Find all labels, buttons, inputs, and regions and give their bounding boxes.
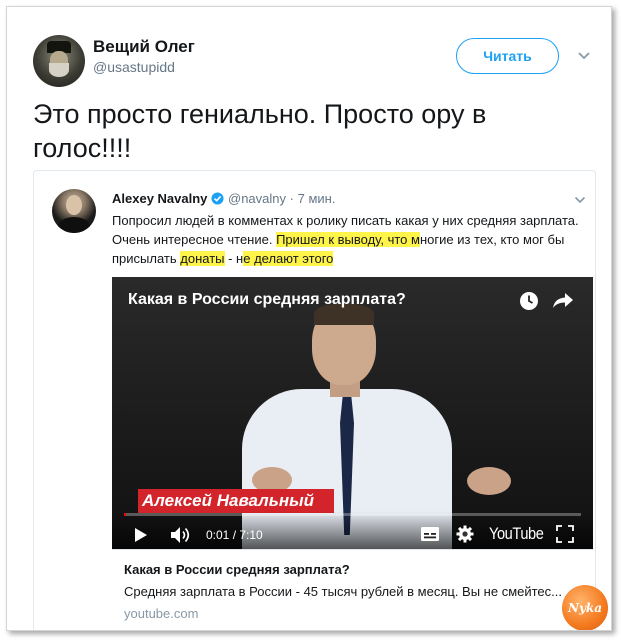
- tweet-text: Это просто гениально. Просто ору в голос…: [33, 97, 593, 165]
- volume-icon[interactable]: [170, 525, 192, 545]
- quoted-author-avatar[interactable]: [52, 189, 96, 233]
- youtube-logo[interactable]: YouTube: [489, 524, 544, 544]
- share-icon[interactable]: [552, 290, 574, 310]
- fullscreen-icon[interactable]: [556, 525, 574, 543]
- quoted-meta: @navalny · 7 мин.: [228, 191, 335, 206]
- video-title[interactable]: Какая в России средняя зарплата?: [128, 291, 406, 309]
- video-timecode: 0:01 / 7:10: [206, 528, 263, 542]
- link-card-title[interactable]: Какая в России средняя зарплата?: [124, 562, 350, 577]
- link-card-info[interactable]: Какая в России средняя зарплата? Средняя…: [112, 549, 593, 630]
- video-progress-bar[interactable]: [124, 513, 581, 516]
- watch-later-icon[interactable]: [519, 291, 539, 311]
- quoted-text-part3: - н: [224, 251, 244, 266]
- author-avatar[interactable]: [33, 35, 85, 87]
- video-controls-bar: 0:01 / 7:10 YouTube: [112, 511, 593, 549]
- video-player[interactable]: Какая в России средняя зарплата? Алексей…: [112, 277, 593, 549]
- video-person-hand-right: [467, 467, 511, 495]
- highlight-3: е делают этого: [243, 251, 334, 266]
- tweet-screenshot-frame: Вещий Олег @usastupidd Читать Это просто…: [6, 6, 612, 631]
- follow-button[interactable]: Читать: [456, 38, 559, 74]
- settings-gear-icon[interactable]: [456, 525, 474, 543]
- quoted-author-handle[interactable]: @navalny: [228, 191, 286, 206]
- link-card-description: Средняя зарплата в России - 45 тысяч руб…: [124, 584, 563, 599]
- quoted-tweet-card[interactable]: Alexey Navalny @navalny · 7 мин. Попроси…: [33, 170, 596, 630]
- tweet-text-line2: голос!!!!: [33, 133, 132, 163]
- name-plate-caption: Алексей Навальный: [138, 489, 334, 513]
- watermark-logo: Nyka: [562, 585, 608, 630]
- play-icon[interactable]: [134, 527, 148, 543]
- highlight-2: донаты: [180, 251, 225, 266]
- chevron-down-icon[interactable]: [577, 51, 591, 61]
- meta-separator: ·: [289, 191, 294, 206]
- quoted-tweet-text: Попросил людей в комментах к ролику писа…: [112, 211, 582, 268]
- avatar-shirt: [58, 217, 90, 233]
- avatar-head: [66, 195, 82, 215]
- quoted-chevron-down-icon[interactable]: [574, 196, 586, 204]
- tweet-text-line1: Это просто гениально. Просто ору в: [33, 99, 487, 129]
- watermark-logo-text: Nyka: [567, 601, 603, 615]
- quoted-author-name[interactable]: Alexey Navalny: [112, 191, 207, 206]
- verified-badge-icon: [211, 192, 224, 205]
- author-display-name[interactable]: Вещий Олег: [93, 37, 195, 57]
- author-handle[interactable]: @usastupidd: [93, 59, 175, 75]
- avatar-beard: [49, 63, 69, 77]
- link-card-domain: youtube.com: [124, 606, 199, 621]
- subtitles-icon[interactable]: [420, 526, 440, 542]
- video-progress-fill: [124, 513, 126, 516]
- highlight-1: Пришел к выводу, что м: [276, 232, 420, 247]
- quoted-timestamp[interactable]: 7 мин.: [298, 191, 336, 206]
